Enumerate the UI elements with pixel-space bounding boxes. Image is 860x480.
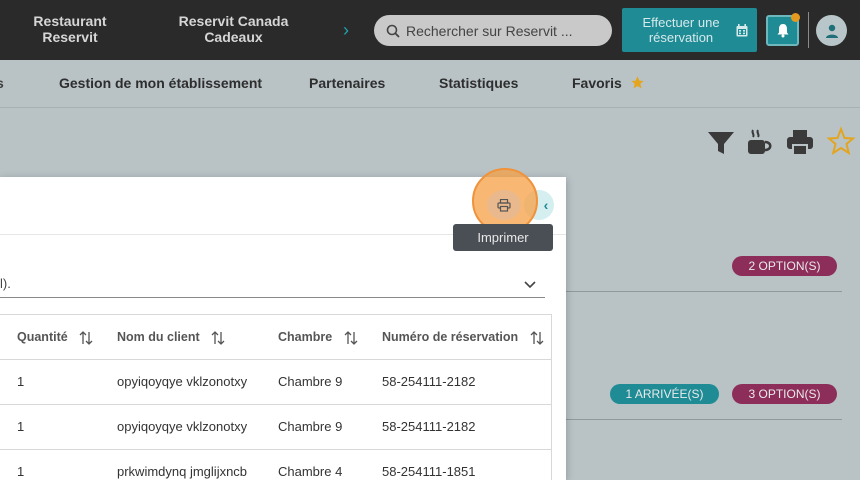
divider xyxy=(566,419,842,420)
column-header-label: Quantité xyxy=(17,330,68,344)
restaurant-reservit-link[interactable]: Restaurant Reservit xyxy=(30,13,110,45)
reservations-table: Quantité Nom du client Chambre Numéro de… xyxy=(0,314,552,480)
user-avatar[interactable] xyxy=(816,15,847,46)
cell-client: prkwimdynq jmglijxncb xyxy=(117,464,248,479)
make-reservation-button[interactable]: Effectuer une réservation xyxy=(622,8,757,52)
sort-icon[interactable] xyxy=(79,330,93,345)
table-row[interactable]: 1 opyiqoyqye vklzonotxy Chambre 9 58-254… xyxy=(0,360,552,405)
nav-item-partial[interactable]: s xyxy=(0,75,4,91)
select-underline xyxy=(0,297,545,298)
print-tooltip: Imprimer xyxy=(453,224,553,251)
search-placeholder: Rechercher sur Reservit ... xyxy=(406,22,573,39)
filter-select[interactable]: l). xyxy=(0,276,11,291)
nav-item-statistiques[interactable]: Statistiques xyxy=(439,75,518,91)
cell-room: Chambre 9 xyxy=(278,419,343,434)
column-header-client[interactable]: Nom du client xyxy=(117,315,225,359)
search-input[interactable]: Rechercher sur Reservit ... xyxy=(374,15,612,46)
table-row[interactable]: 1 opyiqoyqye vklzonotxy Chambre 9 58-254… xyxy=(0,405,552,450)
cell-client: opyiqoyqye vklzonotxy xyxy=(117,374,248,389)
arrivals-badge: 1 ARRIVÉE(S) xyxy=(610,384,719,404)
column-header-label: Nom du client xyxy=(117,330,200,344)
divider xyxy=(808,12,809,48)
printer-icon xyxy=(497,198,511,212)
bell-icon xyxy=(777,24,788,38)
main-navigation: s Gestion de mon établissement Partenair… xyxy=(0,60,860,108)
cell-quantity: 1 xyxy=(17,464,25,479)
divider xyxy=(566,291,842,292)
sort-icon[interactable] xyxy=(344,330,358,345)
table-row[interactable]: 1 prkwimdynq jmglijxncb Chambre 4 58-254… xyxy=(0,450,552,480)
filter-icon[interactable] xyxy=(706,126,736,158)
column-header-label: Numéro de réservation xyxy=(382,330,519,344)
print-icon[interactable] xyxy=(785,126,815,158)
column-header-chambre[interactable]: Chambre xyxy=(278,315,358,359)
cell-client: opyiqoyqye vklzonotxy xyxy=(117,419,248,434)
make-reservation-label: Effectuer une réservation xyxy=(642,15,720,45)
chevron-down-icon[interactable] xyxy=(523,278,537,292)
options-badge: 3 OPTION(S) xyxy=(732,384,837,404)
cell-booking-number: 58-254111-2182 xyxy=(382,419,476,434)
user-icon xyxy=(825,24,838,38)
nav-item-favoris[interactable]: Favoris xyxy=(572,75,645,91)
column-header-reservation[interactable]: Numéro de réservation xyxy=(382,315,544,359)
notifications-button[interactable] xyxy=(766,13,800,46)
cell-room: Chambre 9 xyxy=(278,374,343,389)
cell-booking-number: 58-254111-2182 xyxy=(382,374,476,389)
sort-icon[interactable] xyxy=(211,330,225,345)
top-bar: Restaurant Reservit Reservit Canada Cade… xyxy=(0,0,860,60)
sort-icon[interactable] xyxy=(530,330,544,345)
chevron-right-icon[interactable]: › xyxy=(343,20,349,41)
favorite-star-icon[interactable] xyxy=(826,126,856,158)
notification-dot xyxy=(791,13,800,22)
options-badge: 2 OPTION(S) xyxy=(732,256,837,276)
search-icon xyxy=(386,24,400,38)
favoris-label: Favoris xyxy=(572,75,622,91)
cell-room: Chambre 4 xyxy=(278,464,343,479)
table-header-row: Quantité Nom du client Chambre Numéro de… xyxy=(0,315,552,360)
column-header-quantite[interactable]: Quantité xyxy=(17,315,93,359)
cell-quantity: 1 xyxy=(17,419,25,434)
reservit-canada-cadeaux-link[interactable]: Reservit Canada Cadeaux xyxy=(176,13,291,45)
coffee-icon[interactable] xyxy=(745,126,775,158)
nav-item-gestion[interactable]: Gestion de mon établissement xyxy=(59,75,262,91)
nav-item-partenaires[interactable]: Partenaires xyxy=(309,75,385,91)
chevron-left-icon: ‹ xyxy=(543,197,549,213)
cell-quantity: 1 xyxy=(17,374,25,389)
column-header-label: Chambre xyxy=(278,330,333,344)
print-dialog-button[interactable] xyxy=(487,190,521,220)
cell-booking-number: 58-254111-1851 xyxy=(382,464,476,479)
calendar-icon xyxy=(736,23,748,36)
star-icon xyxy=(630,76,644,89)
